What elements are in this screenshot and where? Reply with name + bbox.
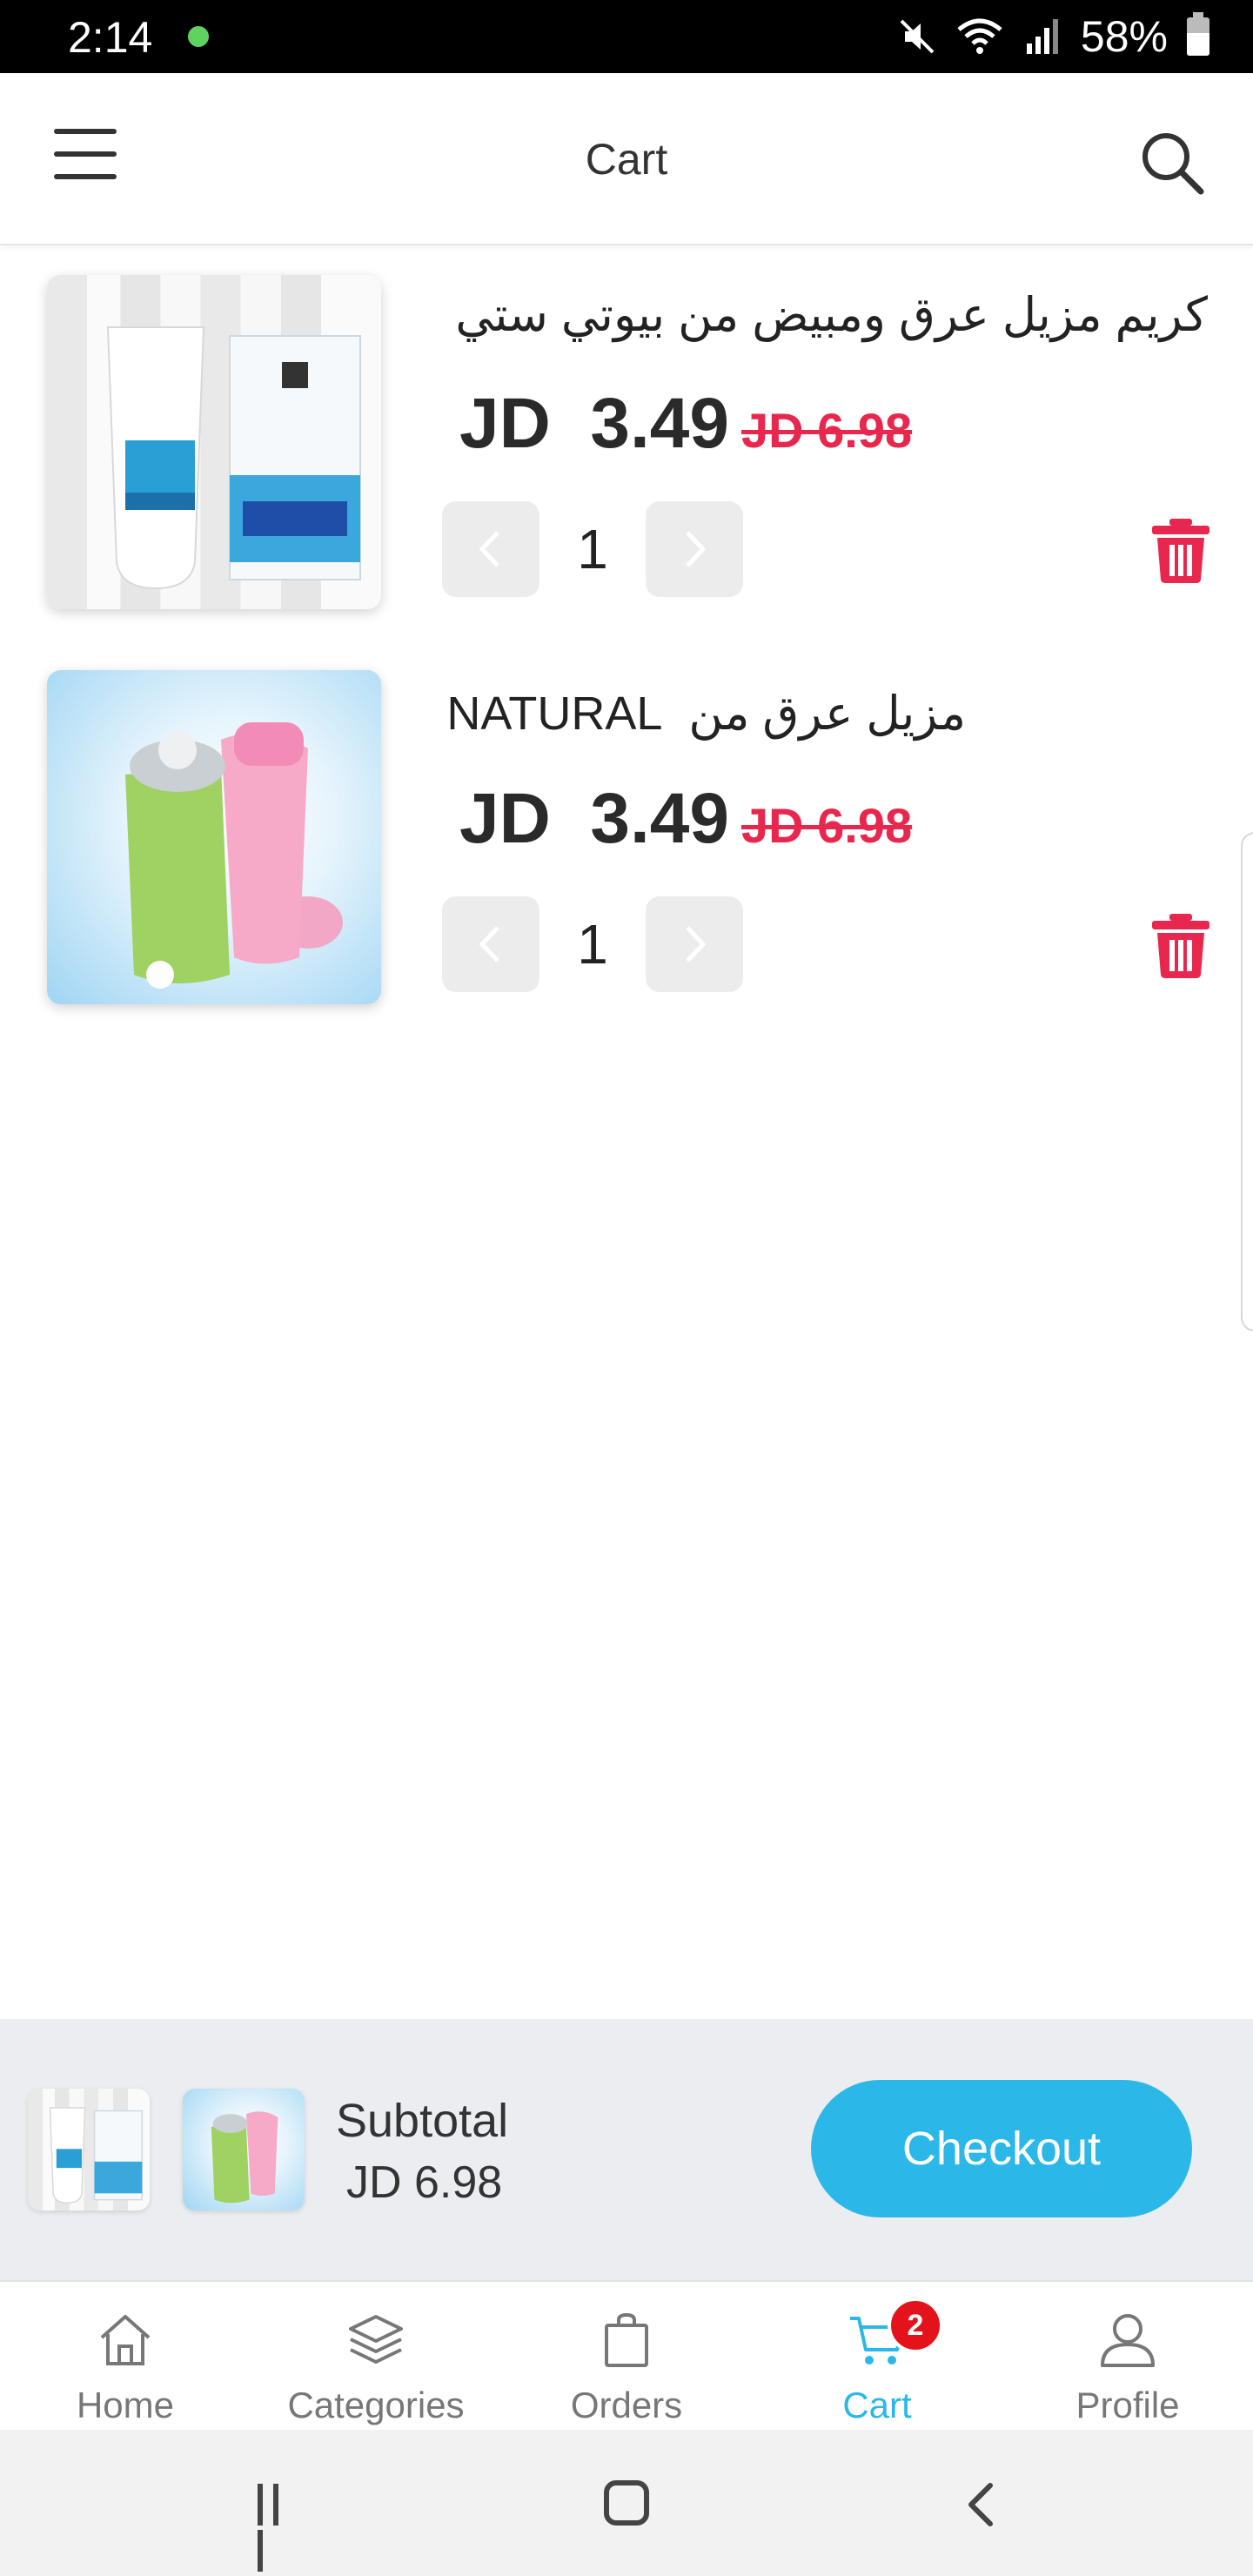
decrease-quantity-button[interactable]	[442, 501, 539, 597]
product-price: JD 3.49	[459, 384, 729, 463]
recent-apps-icon[interactable]	[258, 2484, 303, 2572]
quantity-value: 1	[577, 913, 608, 976]
nav-item-categories[interactable]: Categories	[251, 2294, 501, 2425]
battery-percent: 58%	[1080, 12, 1168, 61]
beauty-city-thumbnail-image	[49, 2107, 143, 2204]
product-name[interactable]: كريم مزيل عرق ومبيض من بيوتي ستي	[455, 287, 1208, 342]
increase-quantity-button[interactable]	[646, 501, 743, 597]
checkout-button[interactable]: Checkout	[811, 2080, 1192, 2217]
natural-thumbnail-image	[211, 2111, 278, 2204]
chevron-left-icon	[479, 926, 499, 963]
layers-icon	[349, 2315, 403, 2364]
status-time: 2:14	[68, 13, 153, 62]
nav-label-cart: Cart	[842, 2385, 912, 2425]
price-row: JD 3.49 JD 6.98	[459, 383, 912, 465]
nav-item-profile[interactable]: Profile	[1002, 2294, 1253, 2425]
back-icon[interactable]	[957, 2479, 1009, 2531]
quantity-stepper: 1	[442, 896, 743, 992]
mute-icon	[900, 19, 935, 54]
signal-icon	[1026, 19, 1058, 54]
subtotal-label: Subtotal	[336, 2095, 509, 2147]
product-name[interactable]: مزيل عرق من NATURAL	[446, 686, 966, 741]
cart-item: كريم مزيل عرق ومبيض من بيوتي ستي JD 3.49…	[0, 275, 1253, 623]
subtotal-value: JD 6.98	[346, 2157, 503, 2208]
notification-dot-icon	[188, 26, 209, 47]
delete-icon[interactable]	[1149, 912, 1213, 978]
page-title: Cart	[585, 135, 668, 184]
subtotal-bar: Subtotal JD 6.98 Checkout	[0, 2019, 1253, 2280]
chevron-right-icon	[686, 926, 707, 963]
cart-count-badge: 2	[888, 2298, 943, 2353]
nav-item-cart[interactable]: 2 Cart	[752, 2294, 1002, 2425]
cart-thumbnail	[183, 2089, 305, 2210]
nav-label-home: Home	[76, 2385, 175, 2425]
nav-label-profile: Profile	[1075, 2385, 1180, 2425]
cart-thumbnail	[28, 2089, 150, 2210]
home-icon	[100, 2315, 151, 2365]
home-button-icon[interactable]	[604, 2480, 649, 2526]
shopping-bag-icon	[605, 2312, 648, 2367]
chevron-right-icon	[686, 531, 707, 567]
nav-label-orders: Orders	[570, 2385, 683, 2425]
chevron-left-icon	[479, 531, 499, 567]
price-row: JD 3.49 JD 6.98	[459, 778, 912, 860]
cart-item: مزيل عرق من NATURAL JD 3.49 JD 6.98 1	[0, 670, 1253, 1018]
increase-quantity-button[interactable]	[646, 896, 743, 992]
user-icon	[1101, 2314, 1155, 2367]
system-navigation-bar	[0, 2430, 1253, 2576]
nav-label-categories: Categories	[287, 2385, 465, 2425]
product-price: JD 3.49	[459, 779, 729, 858]
quantity-value: 1	[577, 518, 608, 580]
status-icons: 58%	[898, 9, 1209, 64]
delete-icon[interactable]	[1149, 517, 1213, 583]
product-image[interactable]	[47, 275, 381, 609]
battery-icon	[1187, 12, 1209, 56]
bottom-navigation: Home Categories Orders 2 Cart Profile	[0, 2280, 1253, 2432]
natural-product-image	[125, 722, 343, 989]
quantity-stepper: 1	[442, 501, 743, 597]
side-scroll-handle[interactable]	[1241, 832, 1253, 1332]
product-old-price: JD 6.98	[740, 403, 913, 458]
wifi-icon	[957, 18, 1002, 54]
product-old-price: JD 6.98	[740, 798, 913, 853]
app-bar: Cart	[0, 73, 1253, 245]
nav-item-home[interactable]: Home	[0, 2294, 251, 2425]
beauty-city-product-image	[106, 326, 361, 590]
status-bar: 2:14 58%	[0, 0, 1253, 73]
decrease-quantity-button[interactable]	[442, 896, 539, 992]
product-image[interactable]	[47, 670, 381, 1004]
search-icon[interactable]	[1136, 127, 1206, 197]
nav-item-orders[interactable]: Orders	[501, 2294, 752, 2425]
